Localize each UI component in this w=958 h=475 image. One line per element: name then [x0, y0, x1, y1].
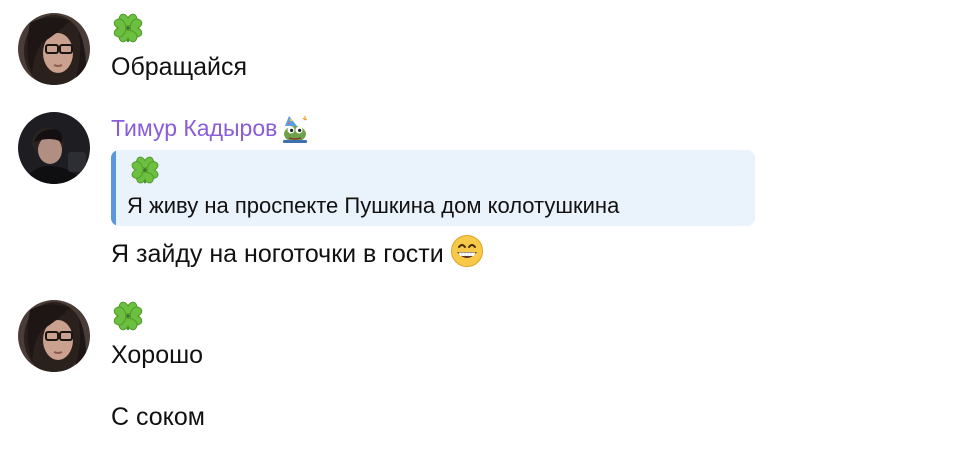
- grinning-face-icon: [450, 234, 484, 268]
- chat-history: Обращайся Тимур Кадыров Я живу на проспе…: [0, 0, 958, 475]
- message-text: Обращайся: [111, 53, 248, 81]
- user-avatar[interactable]: [18, 112, 90, 184]
- reply-bar: [111, 150, 116, 226]
- four-leaf-clover-icon: [111, 299, 145, 333]
- user-avatar-female-glasses-icon: [18, 300, 90, 372]
- user-avatar[interactable]: [18, 300, 90, 372]
- message: Хорошо С соком: [111, 299, 918, 432]
- party-frog-icon: [279, 112, 311, 144]
- message-text: Хорошо: [111, 341, 204, 369]
- four-leaf-clover-icon: [111, 11, 145, 45]
- author-row: Тимур Кадыров: [111, 112, 918, 144]
- reply-text: Я живу на проспекте Пушкина дом колотушк…: [127, 193, 620, 218]
- message-text-row: Я зайду на ноготочки в гости: [111, 234, 918, 269]
- user-avatar-female-glasses-icon: [18, 13, 90, 85]
- user-avatar-male-dark-icon: [18, 112, 90, 184]
- message-text: С соком: [111, 403, 205, 431]
- reply-quote[interactable]: Я живу на проспекте Пушкина дом колотушк…: [111, 150, 755, 226]
- message: Обращайся: [111, 11, 918, 82]
- message-text: Я зайду на ноготочки в гости: [111, 240, 444, 268]
- four-leaf-clover-icon: [129, 154, 161, 186]
- user-avatar[interactable]: [18, 13, 90, 85]
- message: Тимур Кадыров Я живу на проспекте Пушкин…: [111, 112, 918, 269]
- author-name[interactable]: Тимур Кадыров: [111, 113, 277, 143]
